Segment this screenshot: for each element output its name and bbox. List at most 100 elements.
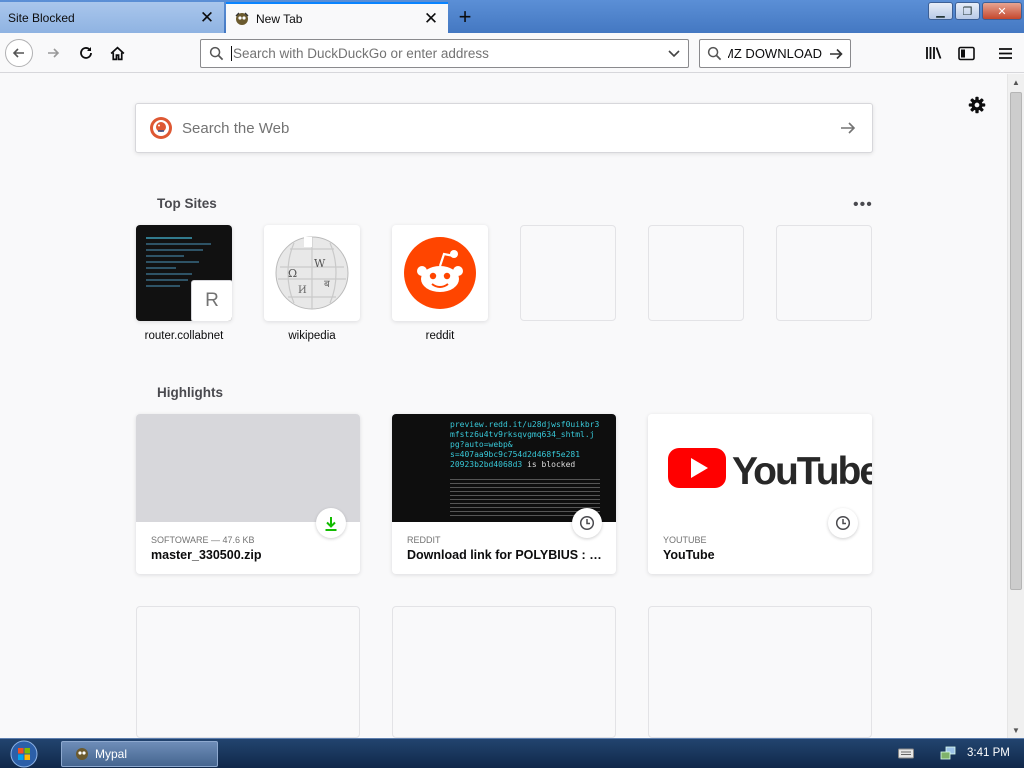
card-context: REDDIT [407,535,441,545]
top-sites-heading: Top Sites [157,196,217,211]
window-controls: ▁ ❐ ✕ [928,2,1022,20]
sidebar-button[interactable] [952,39,980,67]
top-site-tile[interactable]: Ω W И ब [264,225,360,321]
taskbar-app-mypal[interactable]: Mypal [61,741,218,767]
more-options-icon[interactable]: ••• [853,196,873,214]
menu-button[interactable] [991,39,1019,67]
clock-icon [572,508,602,538]
duckduckgo-logo-icon [150,117,172,139]
highlights-heading: Highlights [157,385,223,400]
svg-text:W: W [314,257,326,270]
address-placeholder: Search with DuckDuckGo or enter address [231,46,660,61]
reload-icon [80,47,92,59]
tab-label: New Tab [256,11,303,26]
close-tab-icon[interactable]: ✕ [422,9,440,28]
arrow-right-icon [48,48,60,58]
taskbar-app-label: Mypal [95,747,128,761]
blocked-url-line: mfstz6u4tv9rksqvgmq634_shtml.j [450,430,595,439]
top-site-empty [776,225,872,321]
download-icon [316,508,346,538]
scroll-up-arrow-icon[interactable]: ▲ [1008,74,1024,90]
reload-button[interactable] [72,39,100,67]
highlight-card[interactable]: preview.redd.it/u28djwsf0uikbr3 mfstz6u4… [392,414,616,574]
top-site-wikipedia[interactable]: Ω W И ब wikipedia [264,225,360,342]
close-window-button[interactable]: ✕ [982,2,1022,20]
highlight-card[interactable]: SOFTOWARE — 47.6 KB master_330500.zip [136,414,360,574]
blocked-suffix: is blocked [527,460,576,469]
arrow-right-icon[interactable] [824,120,872,136]
hamburger-menu-icon [998,47,1012,59]
search-icon [700,46,728,61]
card-title: YouTube [663,548,715,562]
gear-icon[interactable] [966,94,988,116]
vertical-scrollbar[interactable]: ▲ ▼ [1007,74,1024,738]
web-search-box[interactable]: Search the Web [135,103,873,153]
clock: 3:41 PM [967,747,1010,759]
chevron-down-icon[interactable] [660,49,688,58]
keyboard-icon[interactable] [898,747,914,762]
card-title: Download link for POLYBIUS : arcade [407,548,603,562]
card-title: master_330500.zip [151,548,262,562]
new-tab-plus-icon[interactable]: + [452,4,478,30]
network-icon[interactable] [940,746,956,764]
search-icon [201,46,231,61]
taskbar: Mypal 3:41 PM [0,738,1024,768]
reddit-logo-icon [404,237,476,309]
tab-strip: Site Blocked ✕ New Tab ✕ + ▁ ❐ ✕ [0,0,1024,33]
restore-button[interactable]: ❐ [955,2,980,20]
youtube-logo-icon: YouTube [668,448,872,493]
web-search-placeholder: Search the Web [182,119,290,137]
site-letter-badge: R [191,280,232,321]
home-icon [110,46,124,60]
scrollbar-thumb[interactable] [1010,92,1022,590]
forward-button[interactable] [39,39,67,67]
top-site-empty [648,225,744,321]
top-site-label: router.collabnet [144,330,224,342]
svg-text:И: И [298,285,307,296]
blocked-url-line: preview.redd.it/u28djwsf0uikbr3 [450,420,600,429]
empty-tile [648,225,744,321]
clock-icon [828,508,858,538]
minimize-button[interactable]: ▁ [928,2,953,20]
start-button[interactable] [7,740,41,768]
top-site-tile[interactable] [392,225,488,321]
tab-site-blocked[interactable]: Site Blocked ✕ [0,2,224,33]
top-site-empty [520,225,616,321]
scroll-down-arrow-icon[interactable]: ▼ [1008,722,1024,738]
library-button[interactable] [920,39,948,67]
top-site-label: wikipedia [288,330,336,342]
card-preview: preview.redd.it/u28djwsf0uikbr3 mfstz6u4… [392,414,616,522]
empty-tile [776,225,872,321]
arrow-left-icon [12,48,24,58]
library-icon [926,47,942,59]
highlight-card[interactable]: YouTube YOUTUBE YouTube [648,414,872,574]
back-button[interactable] [5,39,33,67]
svg-text:Ω: Ω [288,267,297,280]
top-site-reddit[interactable]: reddit [392,225,488,342]
mypal-app-icon [76,748,88,760]
empty-highlight-card [648,606,872,738]
browser-favicon-icon [235,12,249,25]
youtube-logo-text: YouTube [732,450,872,493]
card-preview: YouTube [648,414,872,522]
card-preview [136,414,360,522]
windows-start-icon [10,740,38,768]
sidebar-icon [957,46,975,60]
card-context: SOFTOWARE — 47.6 KB [151,535,255,545]
search-bar[interactable]: MZ DOWNLOAD [699,39,851,68]
top-site-tile[interactable]: R [136,225,232,321]
blocked-url-line: 20923b2bd4068d3 [450,460,523,469]
top-site-router[interactable]: R router.collabnet [136,225,232,342]
tab-new-tab[interactable]: New Tab ✕ [226,2,448,33]
arrow-right-icon[interactable] [822,46,850,62]
empty-tile [520,225,616,321]
card-context: YOUTUBE [663,535,707,545]
nav-toolbar: Search with DuckDuckGo or enter address … [0,33,1024,73]
blocked-url-line: pg?auto=webp& [450,440,513,449]
address-bar[interactable]: Search with DuckDuckGo or enter address [200,39,689,68]
close-tab-icon[interactable]: ✕ [198,8,216,27]
empty-highlight-card [392,606,616,738]
wikipedia-globe-icon: Ω W И ब [275,236,349,310]
home-button[interactable] [103,39,131,67]
search-bar-value: MZ DOWNLOAD [728,46,822,61]
